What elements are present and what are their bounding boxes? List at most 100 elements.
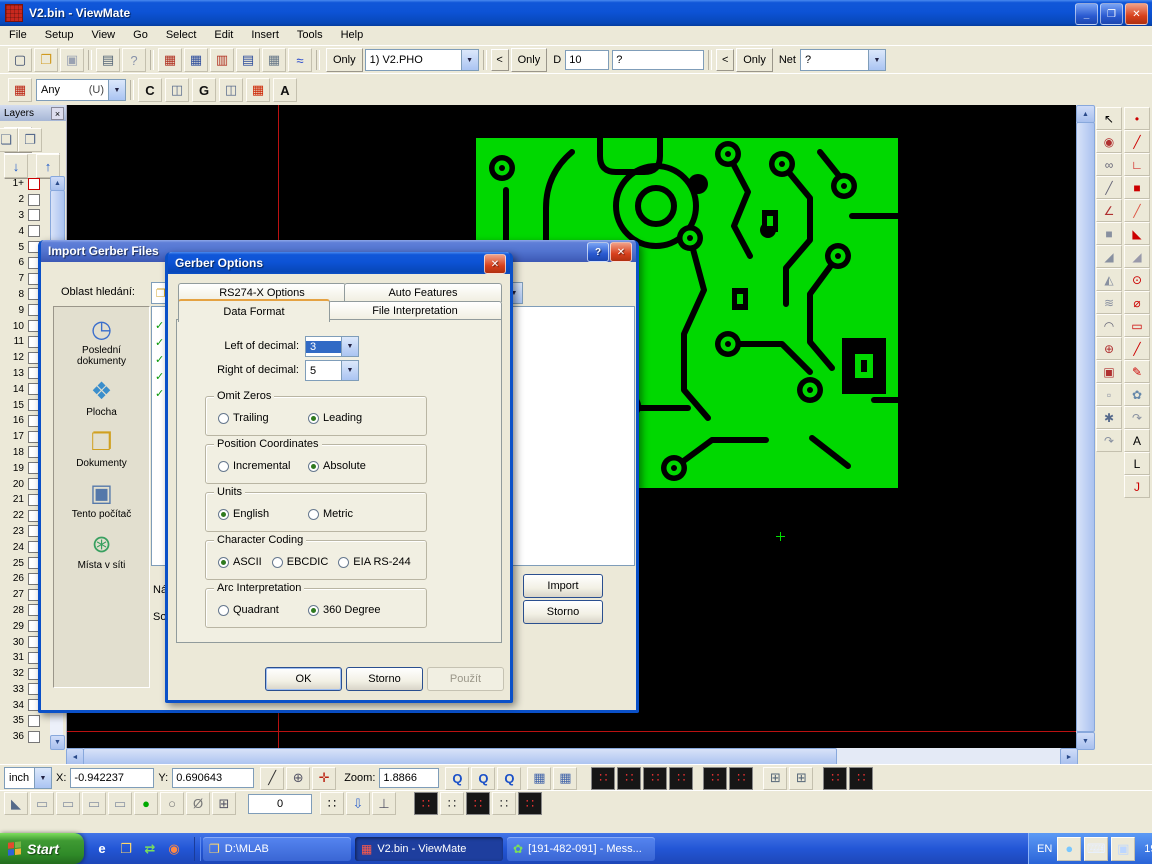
messenger-tray-icon[interactable]: ● xyxy=(1057,837,1081,861)
draw-diagonal-icon[interactable]: ╱ xyxy=(1124,199,1150,222)
step-value-field[interactable]: 0 xyxy=(248,794,312,814)
menu-edit[interactable]: Edit xyxy=(205,26,242,45)
restore-button[interactable]: ❐ xyxy=(1100,3,1123,25)
grid-snap-icon[interactable]: ▦ xyxy=(553,767,577,790)
scroll-up-icon[interactable]: ▲ xyxy=(50,176,65,191)
close-icon[interactable]: ✕ xyxy=(610,242,632,262)
status-led-icon[interactable]: ● xyxy=(134,792,158,815)
layer-visible-checkbox[interactable] xyxy=(28,194,40,206)
ie-icon[interactable]: e xyxy=(92,839,112,859)
taskbar-task[interactable]: ❐D:\MLAB xyxy=(203,837,351,861)
chevron-down-icon[interactable]: ▼ xyxy=(868,50,885,70)
dcode-value-field[interactable]: 10 xyxy=(565,50,609,70)
move-layer-up-icon[interactable]: ↑ xyxy=(36,154,60,178)
radio-360-degree[interactable]: 360 Degree xyxy=(308,604,381,616)
layer-row[interactable]: 1+ xyxy=(2,176,50,192)
zoom-in-icon[interactable]: Q xyxy=(445,767,469,790)
measure-diagonal-icon[interactable]: ╱ xyxy=(260,767,284,790)
redo-icon[interactable]: ↷ xyxy=(1124,406,1150,429)
board-select-icon[interactable]: ▦ xyxy=(8,78,32,102)
j-hook-icon[interactable]: J xyxy=(1124,475,1150,498)
shape-icon-4[interactable]: ▭ xyxy=(108,792,132,815)
film-neg-icon-2[interactable]: ∷ xyxy=(617,767,641,790)
crosshair-icon[interactable]: ✛ xyxy=(312,767,336,790)
dot-grid-icon[interactable]: ∷ xyxy=(320,792,344,815)
pointer-icon[interactable]: ↖ xyxy=(1096,107,1122,130)
layer-visible-checkbox[interactable] xyxy=(28,225,40,237)
layer-visible-checkbox[interactable] xyxy=(28,178,40,190)
menu-help[interactable]: Help xyxy=(332,26,373,45)
gcode-icon[interactable]: G xyxy=(192,78,216,102)
film-ruler-icon[interactable]: ▥ xyxy=(210,48,234,72)
place-documents[interactable]: ❐Dokumenty xyxy=(59,428,145,469)
chevron-down-icon[interactable]: ▼ xyxy=(341,361,358,380)
move-layer-down-icon[interactable]: ↓ xyxy=(4,154,28,178)
taskbar-task[interactable]: ▦V2.bin - ViewMate xyxy=(355,837,503,861)
units-combo[interactable]: inch ▼ xyxy=(4,767,52,789)
draw-thin-line-icon[interactable]: ╱ xyxy=(1124,337,1150,360)
polyline-icon[interactable]: ∠ xyxy=(1096,199,1122,222)
scroll-up-icon[interactable]: ▲ xyxy=(1076,105,1095,123)
draw-ellipse-icon[interactable]: ⌀ xyxy=(1124,291,1150,314)
minimize-button[interactable]: _ xyxy=(1075,3,1098,25)
layer-copy-icon[interactable]: ❐ xyxy=(18,128,42,152)
shape-icon-3[interactable]: ▭ xyxy=(82,792,106,815)
anchor-icon[interactable]: ⊥ xyxy=(372,792,396,815)
filled-rect-icon[interactable]: ■ xyxy=(1096,222,1122,245)
rotate-icon[interactable]: ↷ xyxy=(1096,429,1122,452)
close-button[interactable]: ✕ xyxy=(1125,3,1148,25)
import-cancel-button[interactable]: Storno xyxy=(523,600,603,624)
right-of-decimal-combo[interactable]: 5 ▼ xyxy=(305,360,359,381)
film-red-icon[interactable]: ▦ xyxy=(158,48,182,72)
scroll-down-icon[interactable]: ▼ xyxy=(1076,732,1095,750)
radio-incremental[interactable]: Incremental xyxy=(218,460,308,472)
chevron-down-icon[interactable]: ▼ xyxy=(461,50,478,70)
zoom-out-icon[interactable]: Q xyxy=(497,767,521,790)
menu-view[interactable]: View xyxy=(82,26,124,45)
film-neg-icon-8[interactable]: ∷ xyxy=(849,767,873,790)
only-dcode-toggle[interactable]: Only xyxy=(511,48,548,72)
l-shape-icon[interactable]: L xyxy=(1124,452,1150,475)
slope-icon[interactable]: ◢ xyxy=(1096,245,1122,268)
place-network[interactable]: ⊛Místa v síti xyxy=(59,530,145,571)
text-tool-icon[interactable]: A xyxy=(273,78,297,102)
empty-rect-icon[interactable]: ▫ xyxy=(1096,383,1122,406)
apply-button[interactable]: Použít xyxy=(427,667,504,691)
language-indicator[interactable]: EN xyxy=(1037,843,1052,855)
layer-visible-checkbox[interactable] xyxy=(28,731,40,743)
menu-select[interactable]: Select xyxy=(157,26,206,45)
help-icon[interactable]: ? xyxy=(587,242,609,262)
film-neg-icon-6[interactable]: ∷ xyxy=(729,767,753,790)
zoom-window-icon[interactable]: Q xyxy=(471,767,495,790)
diameter-icon[interactable]: Ø xyxy=(186,792,210,815)
radio-eia-rs244[interactable]: EIA RS-244 xyxy=(338,556,410,568)
draw-slope-icon[interactable]: ◢ xyxy=(1124,245,1150,268)
start-button[interactable]: Start xyxy=(0,833,84,864)
film-grid-icon[interactable]: ▤ xyxy=(236,48,260,72)
pattern-icon-2[interactable]: ∷ xyxy=(440,792,464,815)
layer-row[interactable]: 2 xyxy=(2,192,50,208)
y-coordinate-field[interactable]: 0.690643 xyxy=(172,768,254,788)
close-icon[interactable]: × xyxy=(51,107,64,120)
draw-rect-icon[interactable]: ■ xyxy=(1124,176,1150,199)
draw-corner-icon[interactable]: ∟ xyxy=(1124,153,1150,176)
radio-leading[interactable]: Leading xyxy=(308,412,362,424)
radio-absolute[interactable]: Absolute xyxy=(308,460,366,472)
left-of-decimal-combo[interactable]: 3 ▼ xyxy=(305,336,359,357)
layer-row[interactable]: 36 xyxy=(2,729,50,745)
tab-auto-features[interactable]: Auto Features xyxy=(344,283,502,302)
radio-english[interactable]: English xyxy=(218,508,308,520)
network-tray-icon[interactable]: ▣ xyxy=(1111,837,1135,861)
active-file-combo[interactable]: 1) V2.PHO ▼ xyxy=(365,49,479,71)
film-neg-icon-5[interactable]: ∷ xyxy=(703,767,727,790)
open-folder-icon[interactable]: ❐ xyxy=(34,48,58,72)
radio-metric[interactable]: Metric xyxy=(308,508,353,520)
clock[interactable]: 19:47 xyxy=(1144,843,1152,855)
pattern-icon-3[interactable]: ∷ xyxy=(466,792,490,815)
scroll-down-icon[interactable]: ▼ xyxy=(50,735,65,750)
grid-small-icon[interactable]: ⊞ xyxy=(212,792,236,815)
scrollbar-thumb[interactable] xyxy=(1076,122,1095,732)
title-bar[interactable]: V2.bin - ViewMate _ ❐ ✕ xyxy=(0,0,1152,26)
pattern-icon-4[interactable]: ∷ xyxy=(492,792,516,815)
layer-windows-icon[interactable]: ◫ xyxy=(219,78,243,102)
